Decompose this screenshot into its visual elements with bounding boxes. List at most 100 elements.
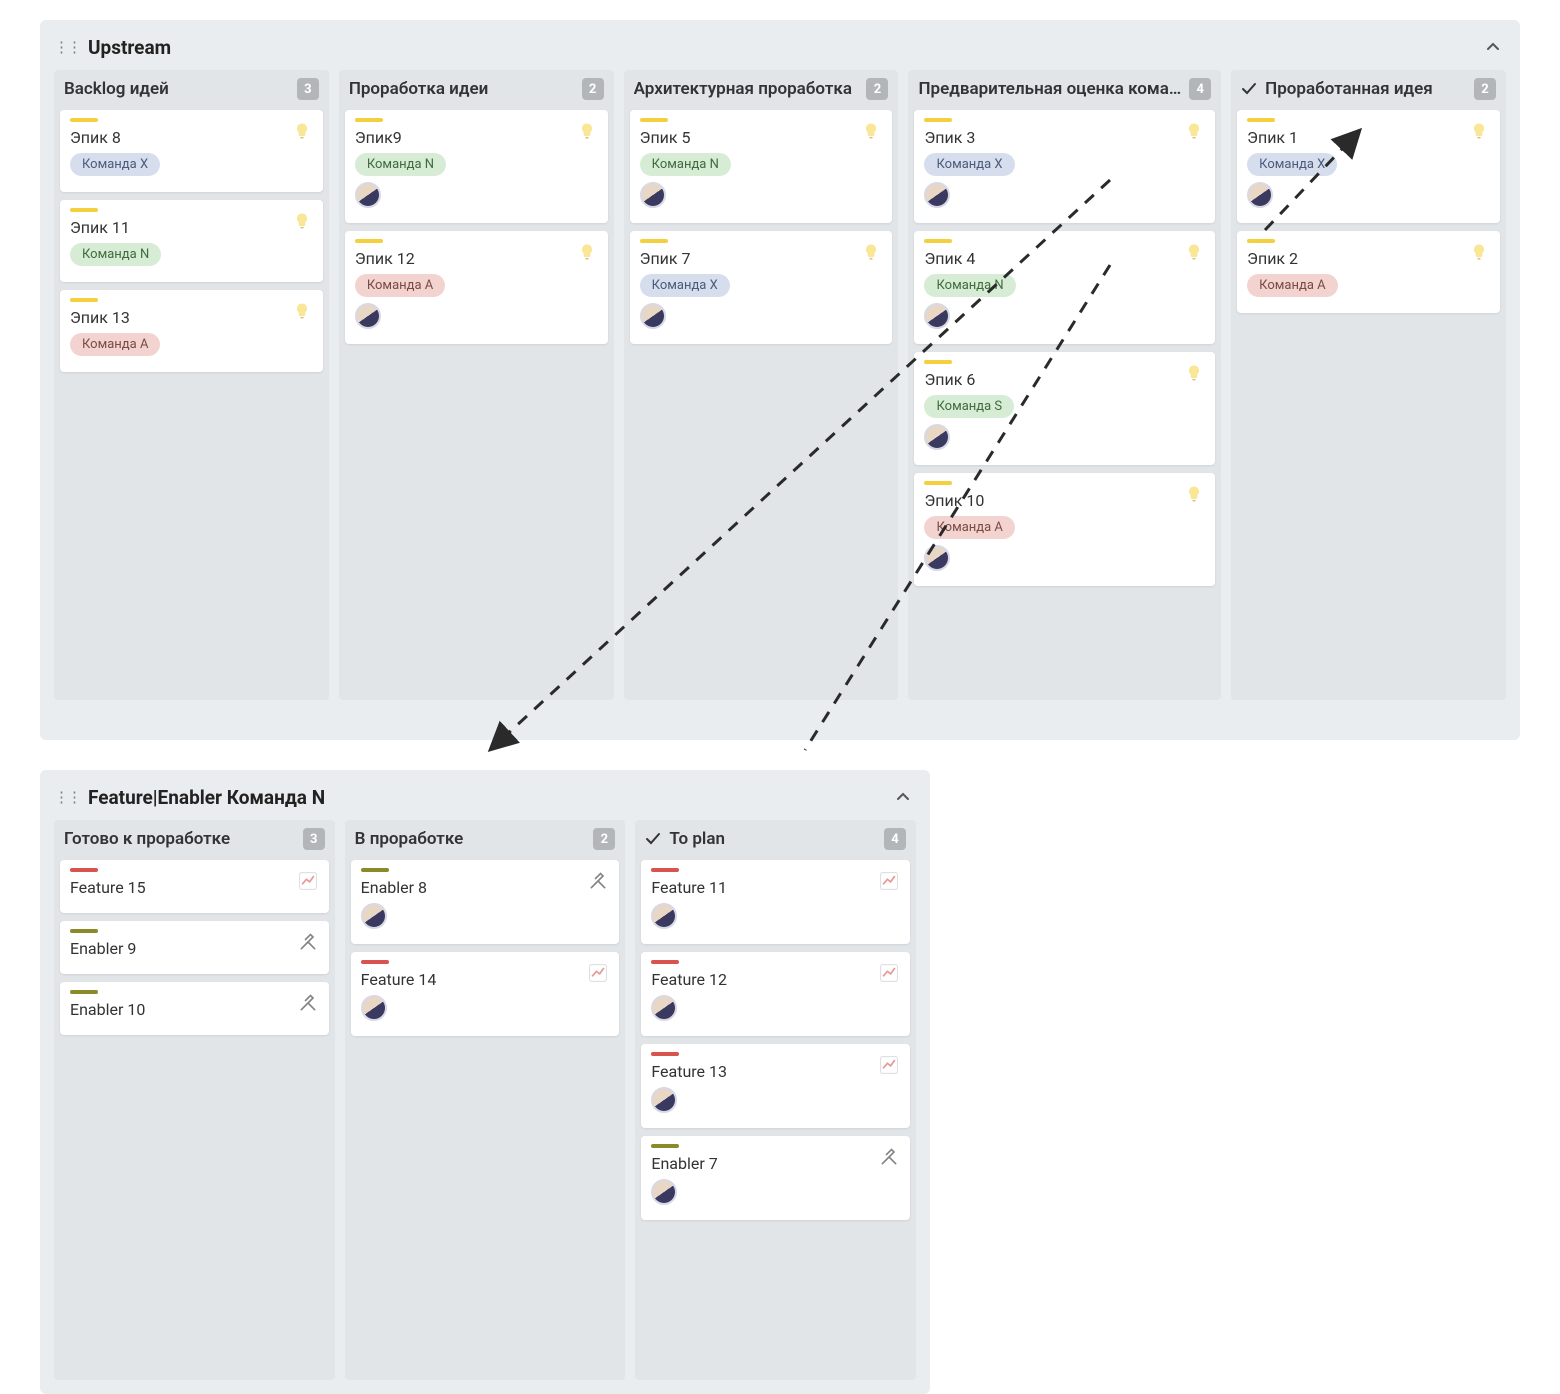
card-title: Эпик 12 bbox=[355, 249, 598, 268]
card-title: Feature 11 bbox=[651, 878, 900, 897]
card[interactable]: Эпик 3Команда X bbox=[914, 110, 1215, 223]
board-title: Feature|Enabler Команда N bbox=[88, 786, 325, 809]
assignee-avatar[interactable] bbox=[924, 545, 950, 571]
column-title: Проработанная идея bbox=[1265, 79, 1466, 99]
card-stripe bbox=[355, 118, 383, 122]
assignee-avatar[interactable] bbox=[361, 903, 387, 929]
card[interactable]: Эпик 2Команда A bbox=[1237, 231, 1500, 313]
card-title: Enabler 8 bbox=[361, 878, 610, 897]
column-title: Предварительная оценка кома… bbox=[918, 79, 1181, 99]
card[interactable]: Enabler 10 bbox=[60, 982, 329, 1035]
assignee-avatar[interactable] bbox=[651, 1087, 677, 1113]
card-title: Feature 12 bbox=[651, 970, 900, 989]
assignee-avatar[interactable] bbox=[651, 995, 677, 1021]
card[interactable]: Эпик9Команда N bbox=[345, 110, 608, 223]
team-tag: Команда S bbox=[924, 395, 1014, 418]
card[interactable]: Эпик 11Команда N bbox=[60, 200, 323, 282]
column: Архитектурная проработка2Эпик 5Команда N… bbox=[624, 70, 899, 700]
card-title: Эпик9 bbox=[355, 128, 598, 147]
card-tags: Команда N bbox=[924, 274, 1205, 297]
check-icon bbox=[645, 831, 661, 847]
chart-icon bbox=[587, 962, 609, 984]
card-tags: Команда X bbox=[1247, 153, 1490, 176]
card[interactable]: Feature 13 bbox=[641, 1044, 910, 1128]
board-header: ⋮⋮ Feature|Enabler Команда N bbox=[54, 780, 916, 820]
assignee-avatar[interactable] bbox=[924, 303, 950, 329]
cards-list: Эпик9Команда N Эпик 12 Команда A bbox=[339, 110, 614, 700]
assignee-avatar[interactable] bbox=[355, 303, 381, 329]
team-tag: Команда X bbox=[1247, 153, 1337, 176]
card-title: Эпик 8 bbox=[70, 128, 313, 147]
count-badge: 2 bbox=[582, 78, 604, 100]
assignee-avatar[interactable] bbox=[640, 182, 666, 208]
card-stripe bbox=[70, 208, 98, 212]
assignee-avatar[interactable] bbox=[924, 182, 950, 208]
card[interactable]: Эпик 1 Команда X bbox=[1237, 110, 1500, 223]
card-title: Feature 13 bbox=[651, 1062, 900, 1081]
card[interactable]: Эпик 4Команда N bbox=[914, 231, 1215, 344]
team-tag: Команда N bbox=[924, 274, 1015, 297]
cards-list: Эпик 8Команда XЭпик 11Команда NЭпик 13Ко… bbox=[54, 110, 329, 700]
card[interactable]: Эпик 8Команда X bbox=[60, 110, 323, 192]
card-stripe bbox=[361, 960, 389, 964]
card[interactable]: Enabler 9 bbox=[60, 921, 329, 974]
hammer-icon bbox=[587, 870, 609, 892]
card[interactable]: Feature 15 bbox=[60, 860, 329, 913]
column-header: Проработка идеи 2 bbox=[339, 70, 614, 110]
assignee-avatar[interactable] bbox=[1247, 182, 1273, 208]
card[interactable]: Feature 12 bbox=[641, 952, 910, 1036]
collapse-button[interactable] bbox=[1480, 34, 1506, 60]
card[interactable]: Эпик 7Команда X bbox=[630, 231, 893, 344]
card[interactable]: Эпик 10Команда A bbox=[914, 473, 1215, 586]
card-stripe bbox=[651, 1144, 679, 1148]
team-tag: Команда A bbox=[1247, 274, 1337, 297]
card[interactable]: Эпик 5 Команда N bbox=[630, 110, 893, 223]
team-tag: Команда N bbox=[640, 153, 731, 176]
column-title: Проработка идеи bbox=[349, 79, 574, 99]
cards-list: Эпик 1 Команда X Эпик 2Команда A bbox=[1231, 110, 1506, 700]
team-tag: Команда A bbox=[924, 516, 1014, 539]
card-title: Эпик 5 bbox=[640, 128, 883, 147]
card-title: Эпик 1 bbox=[1247, 128, 1490, 147]
assignee-avatar[interactable] bbox=[355, 182, 381, 208]
collapse-button[interactable] bbox=[890, 784, 916, 810]
card-tags: Команда N bbox=[640, 153, 883, 176]
count-badge: 3 bbox=[297, 78, 319, 100]
card[interactable]: Feature 14 bbox=[351, 952, 620, 1036]
team-tag: Команда A bbox=[355, 274, 445, 297]
card-stripe bbox=[640, 239, 668, 243]
drag-handle-icon[interactable]: ⋮⋮ bbox=[54, 790, 80, 805]
assignee-avatar[interactable] bbox=[924, 424, 950, 450]
cards-list: Эпик 3Команда XЭпик 4Команда NЭпик 6Кома… bbox=[908, 110, 1221, 700]
column: Проработанная идея2Эпик 1Команда XЭпик 2… bbox=[1231, 70, 1506, 700]
card-tags: Команда N bbox=[70, 243, 313, 266]
card-stripe bbox=[70, 990, 98, 994]
card[interactable]: Эпик 13Команда A bbox=[60, 290, 323, 372]
card-tags: Команда S bbox=[924, 395, 1205, 418]
drag-handle-icon[interactable]: ⋮⋮ bbox=[54, 40, 80, 55]
card[interactable]: Эпик 12 Команда A bbox=[345, 231, 608, 344]
cards-list: Feature 15 Enabler 9 Enabler 10 bbox=[54, 860, 335, 1380]
card-stripe bbox=[361, 868, 389, 872]
card-title: Enabler 7 bbox=[651, 1154, 900, 1173]
card[interactable]: Enabler 8 bbox=[351, 860, 620, 944]
card[interactable]: Feature 11 bbox=[641, 860, 910, 944]
card-stripe bbox=[924, 239, 952, 243]
card-stripe bbox=[651, 868, 679, 872]
card-stripe bbox=[924, 360, 952, 364]
assignee-avatar[interactable] bbox=[651, 903, 677, 929]
bulb-icon bbox=[291, 300, 313, 322]
assignee-avatar[interactable] bbox=[361, 995, 387, 1021]
column-header: В проработке2 bbox=[345, 820, 626, 860]
team-tag: Команда X bbox=[640, 274, 730, 297]
assignee-avatar[interactable] bbox=[651, 1179, 677, 1205]
card-tags: Команда A bbox=[924, 516, 1205, 539]
card[interactable]: Эпик 6Команда S bbox=[914, 352, 1215, 465]
column-title: В проработке bbox=[355, 829, 586, 849]
card-stripe bbox=[640, 118, 668, 122]
card[interactable]: Enabler 7 bbox=[641, 1136, 910, 1220]
team-tag: Команда X bbox=[924, 153, 1014, 176]
assignee-avatar[interactable] bbox=[640, 303, 666, 329]
cards-list: Эпик 5 Команда N Эпик 7Команда X bbox=[624, 110, 899, 700]
count-badge: 4 bbox=[884, 828, 906, 850]
